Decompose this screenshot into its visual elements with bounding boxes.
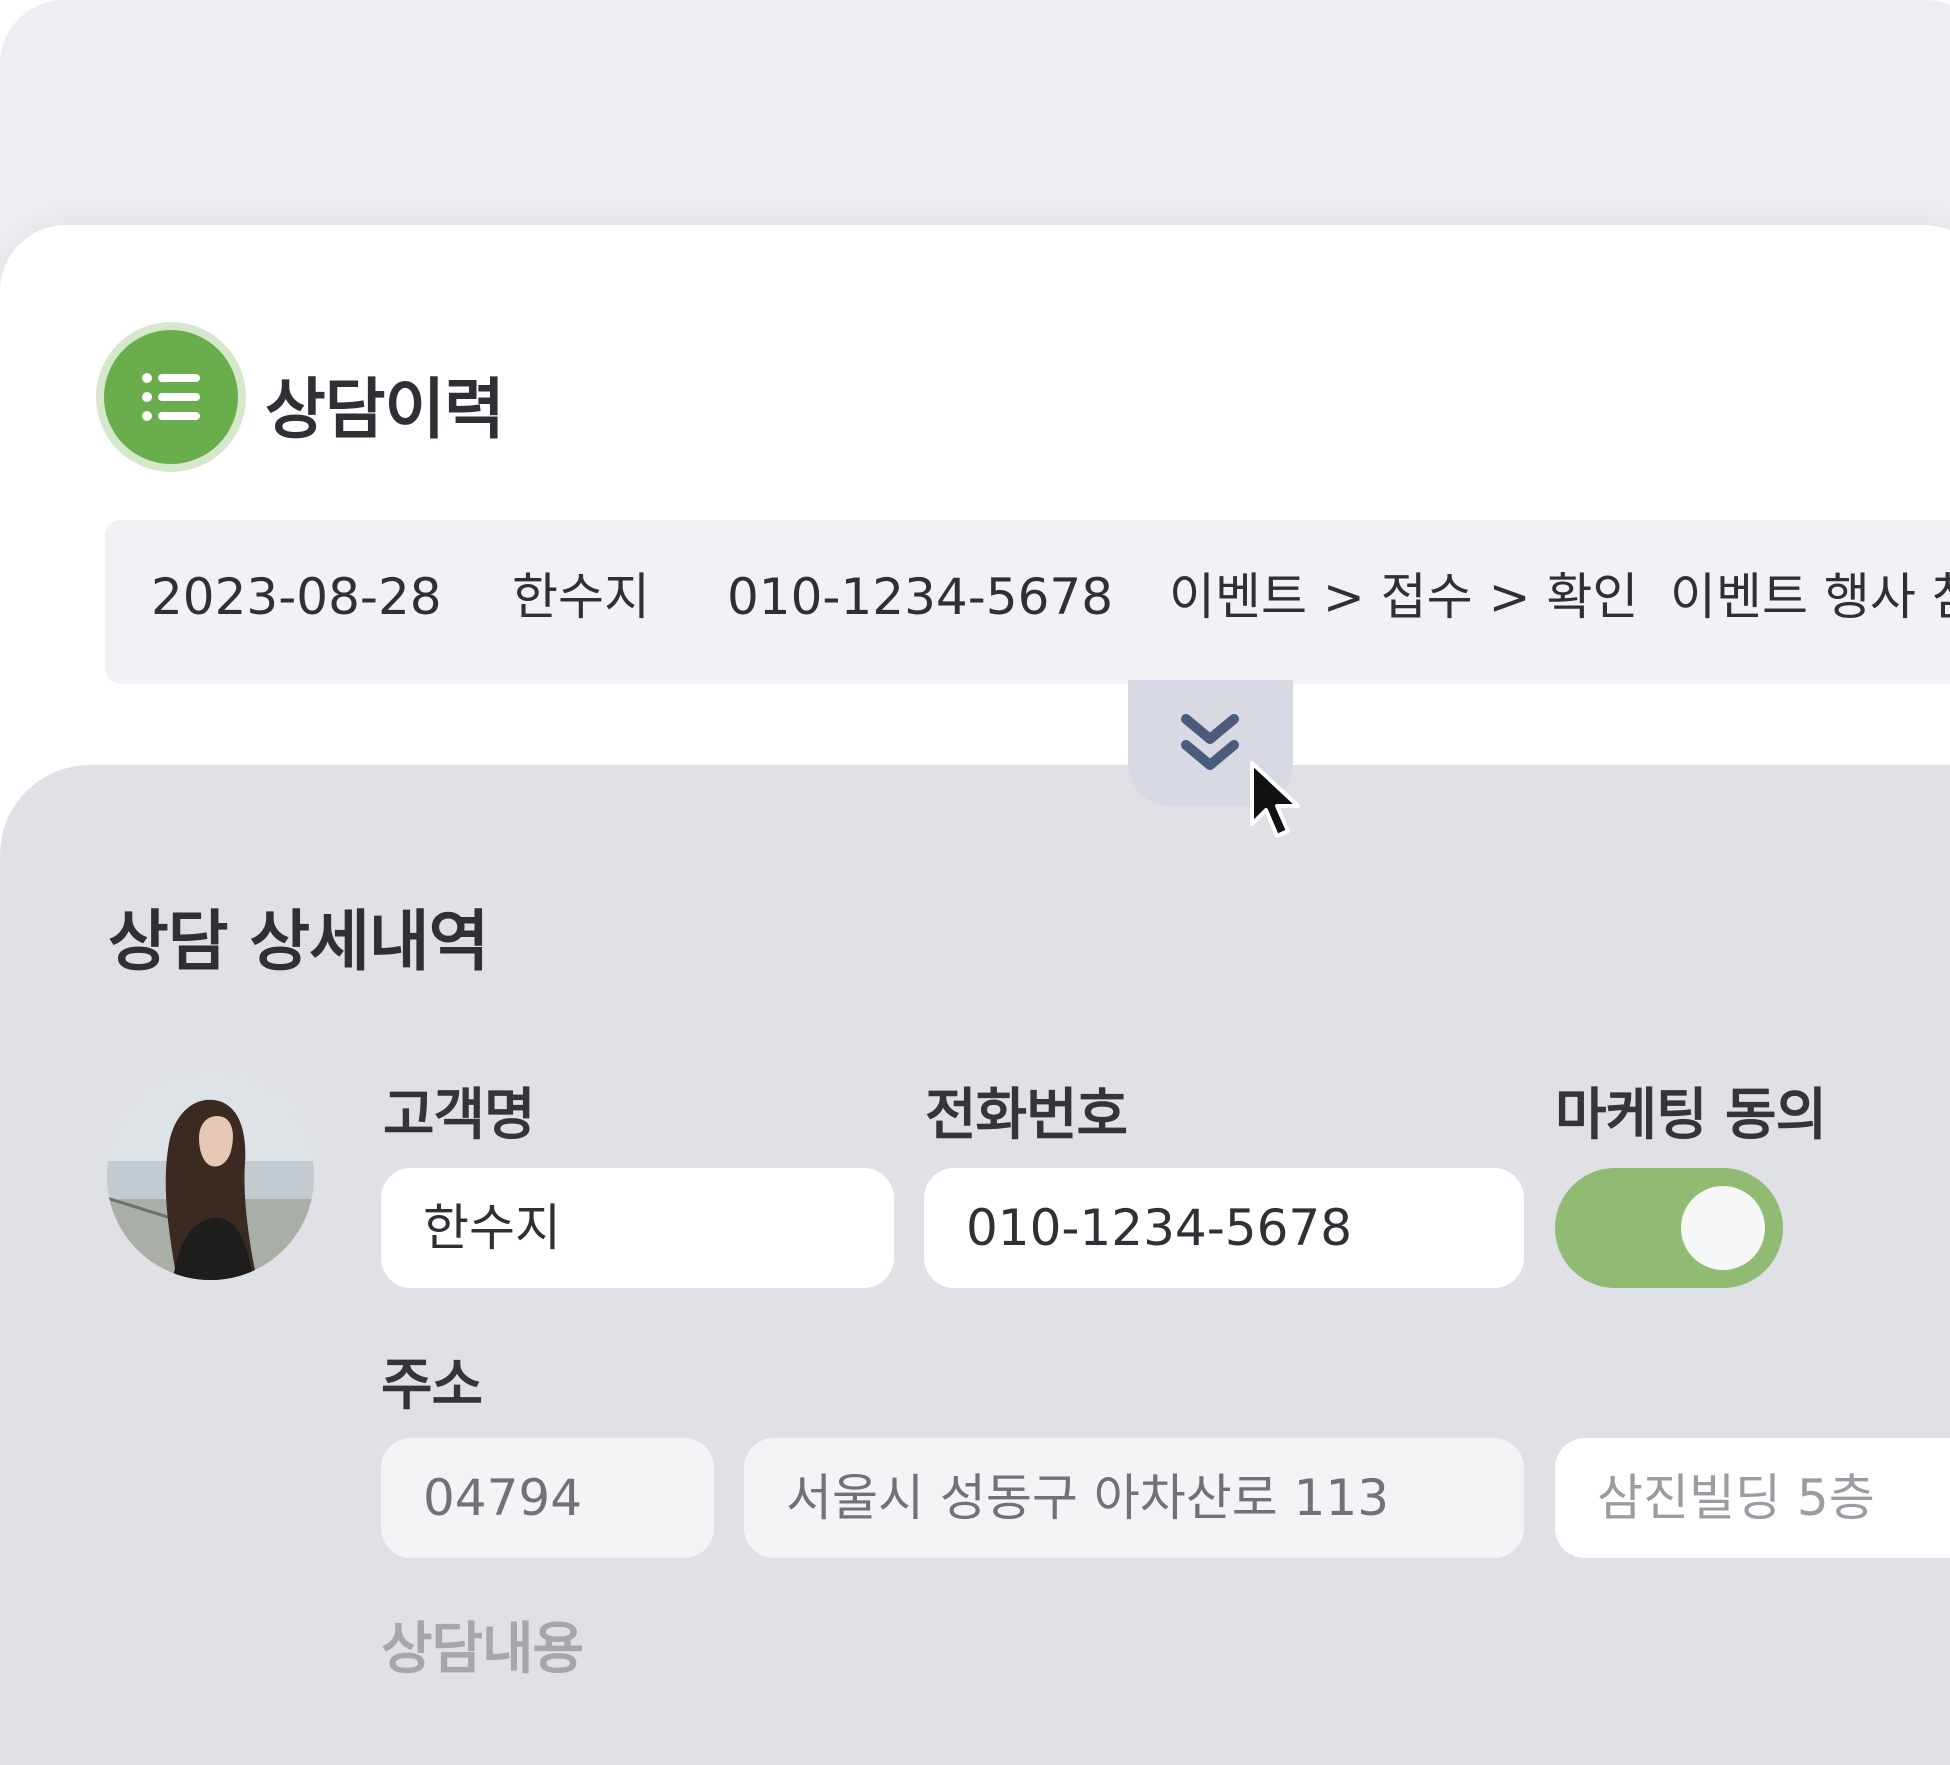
toggle-knob — [1681, 1186, 1765, 1270]
double-chevron-down-icon — [1181, 714, 1239, 770]
customer-name-field[interactable]: 한수지 — [381, 1168, 894, 1288]
history-customer-name: 한수지 — [512, 568, 650, 626]
history-title: 상담이력 — [265, 371, 505, 448]
list-icon — [104, 330, 238, 464]
address-detail-field[interactable]: 삼진빌딩 5층 — [1555, 1438, 1950, 1558]
history-memo: 이벤트 행사 참 — [1670, 568, 1950, 626]
consultation-content-label: 상담내용 — [381, 1617, 584, 1682]
history-category: 이벤트 > 접수 > 확인 — [1169, 568, 1639, 626]
detail-title: 상담 상세내역 — [108, 903, 489, 980]
address-label: 주소 — [381, 1353, 483, 1418]
marketing-consent-toggle[interactable] — [1555, 1168, 1783, 1288]
address-main-field[interactable]: 서울시 성동구 아차산로 113 — [744, 1438, 1524, 1558]
postal-code-field[interactable]: 04794 — [381, 1438, 714, 1558]
history-phone: 010-1234-5678 — [727, 568, 1114, 626]
customer-name-label: 고객명 — [383, 1083, 536, 1148]
phone-label: 전화번호 — [925, 1083, 1128, 1148]
phone-field[interactable]: 010-1234-5678 — [924, 1168, 1524, 1288]
history-date: 2023-08-28 — [151, 568, 442, 626]
mouse-pointer-icon — [1250, 761, 1300, 838]
marketing-consent-label: 마케팅 동의 — [1555, 1083, 1827, 1148]
customer-avatar — [107, 1073, 314, 1280]
history-row[interactable]: 2023-08-28 한수지 010-1234-5678 이벤트 > 접수 > … — [105, 520, 1950, 684]
